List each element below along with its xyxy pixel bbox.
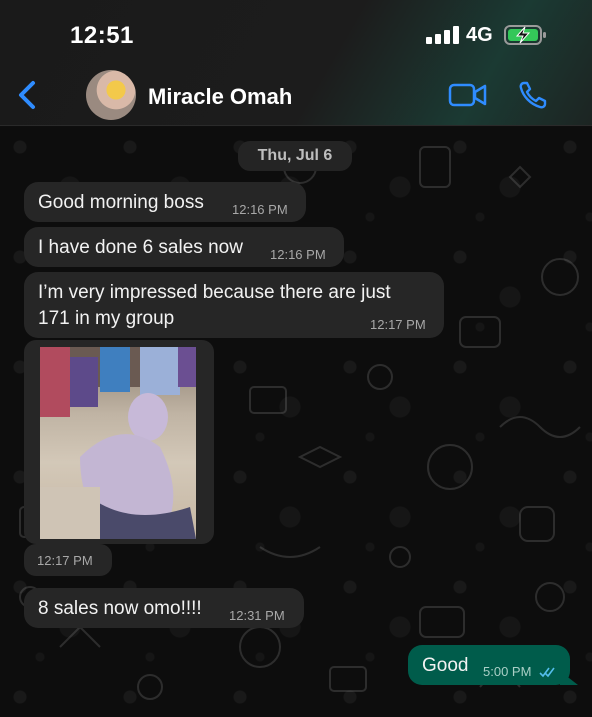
photo-scene bbox=[40, 347, 196, 539]
battery-charging-icon bbox=[504, 25, 546, 45]
chevron-left-icon[interactable] bbox=[16, 80, 38, 110]
message-text-line-2: 171 in my group bbox=[38, 308, 175, 329]
chat-screen: 12:51 4G Miracle Omah Thu, Jul 6 Good mo… bbox=[0, 0, 592, 717]
message-time: 12:16 PM bbox=[232, 202, 288, 217]
outgoing-message-bubble[interactable]: Good 5:00 PM bbox=[408, 645, 570, 685]
message-time: 12:17 PM bbox=[370, 317, 426, 332]
date-divider: Thu, Jul 6 bbox=[238, 141, 352, 171]
message-bubble[interactable]: I have done 6 sales now 12:16 PM bbox=[24, 227, 344, 267]
video-camera-icon[interactable] bbox=[448, 82, 488, 108]
double-check-icon bbox=[539, 667, 555, 678]
status-time: 12:51 bbox=[70, 22, 134, 49]
message-time: 12:31 PM bbox=[229, 608, 285, 623]
cellular-signal-icon bbox=[426, 26, 460, 44]
phone-icon[interactable] bbox=[518, 80, 548, 110]
top-bar: 12:51 4G Miracle Omah bbox=[0, 0, 592, 126]
message-time: 5:00 PM bbox=[483, 664, 532, 679]
message-bubble[interactable]: 12:17 PM bbox=[24, 544, 112, 576]
message-bubble[interactable]: I’m very impressed because there are jus… bbox=[24, 272, 444, 338]
message-time: 12:17 PM bbox=[37, 553, 93, 568]
message-text: Good bbox=[422, 655, 469, 676]
contact-name[interactable]: Miracle Omah bbox=[148, 84, 292, 110]
message-text-line-1: I’m very impressed because there are jus… bbox=[38, 282, 391, 303]
network-type: 4G bbox=[466, 24, 493, 46]
message-time: 12:16 PM bbox=[270, 247, 326, 262]
message-bubble[interactable]: Good morning boss 12:16 PM bbox=[24, 182, 306, 222]
message-text: Good morning boss bbox=[38, 192, 204, 213]
avatar[interactable] bbox=[86, 70, 136, 120]
message-bubble[interactable]: 8 sales now omo!!!! 12:31 PM bbox=[24, 588, 304, 628]
message-text: I have done 6 sales now bbox=[38, 237, 243, 258]
image-attachment[interactable] bbox=[40, 347, 196, 539]
message-text: 8 sales now omo!!!! bbox=[38, 598, 202, 619]
